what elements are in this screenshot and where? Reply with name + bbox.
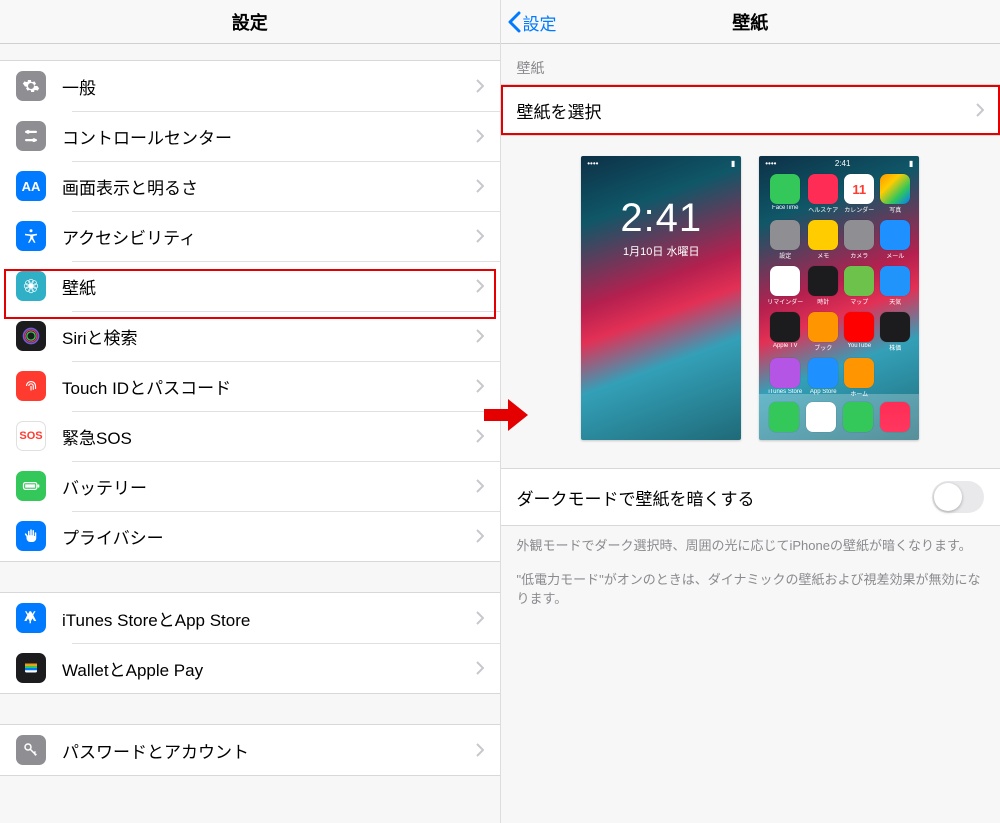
battery-icon (16, 471, 46, 501)
chevron-right-icon (476, 529, 484, 543)
chevron-right-icon (476, 379, 484, 393)
chevron-right-icon (476, 329, 484, 343)
settings-row-sos[interactable]: SOS 緊急SOS (0, 411, 500, 461)
settings-row-privacy[interactable]: プライバシー (0, 511, 500, 561)
wallpaper-header: 設定 壁紙 (501, 0, 1000, 44)
gear-icon (16, 71, 46, 101)
dark-mode-dim-toggle[interactable] (932, 481, 984, 513)
text-size-icon: AA (16, 171, 46, 201)
row-label: 一般 (62, 74, 476, 99)
choose-wallpaper-row[interactable]: 壁紙を選択 (501, 85, 1000, 135)
description-text-2: "低電力モード"がオンのときは、ダイナミックの壁紙および視差効果が無効になります… (501, 560, 1000, 613)
chevron-right-icon (476, 743, 484, 757)
dock-app-icon (843, 402, 873, 432)
settings-title: 設定 (232, 9, 268, 35)
appstore-icon (16, 603, 46, 633)
section-header-wallpaper: 壁紙 (501, 44, 1000, 84)
sos-icon: SOS (16, 421, 46, 451)
statusbar: ••••▮ (587, 159, 735, 168)
settings-row-passwords[interactable]: パスワードとアカウント (0, 725, 500, 775)
lock-time: 2:41 (581, 196, 741, 241)
settings-header: 設定 (0, 0, 500, 44)
settings-row-wallet[interactable]: WalletとApple Pay (0, 643, 500, 693)
chevron-right-icon (476, 611, 484, 625)
sliders-icon (16, 121, 46, 151)
settings-row-siri[interactable]: Siriと検索 (0, 311, 500, 361)
chevron-right-icon (476, 129, 484, 143)
dock-app-icon (806, 402, 836, 432)
arrow-indicator (484, 395, 528, 435)
settings-row-battery[interactable]: バッテリー (0, 461, 500, 511)
settings-group-3: パスワードとアカウント (0, 724, 500, 776)
lock-date: 1月10日 水曜日 (581, 243, 741, 259)
row-label: iTunes StoreとApp Store (62, 606, 476, 631)
settings-group-2: iTunes StoreとApp Store WalletとApple Pay (0, 592, 500, 694)
settings-row-wallpaper[interactable]: 壁紙 (0, 261, 500, 311)
settings-pane: 設定 一般 コントロールセンター AA 画面表示と明るさ アクセシビリティ 壁紙 (0, 0, 501, 823)
settings-row-general[interactable]: 一般 (0, 61, 500, 111)
settings-row-display[interactable]: AA 画面表示と明るさ (0, 161, 500, 211)
lock-screen-clock: 2:41 1月10日 水曜日 (581, 196, 741, 259)
chevron-right-icon (476, 279, 484, 293)
home-app-grid: FaceTime ヘルスケア 11カレンダー 写真 設定 メモ カメラ メール … (767, 174, 911, 398)
chevron-right-icon (476, 479, 484, 493)
row-label: 壁紙を選択 (517, 98, 977, 123)
wallet-icon (16, 653, 46, 683)
chevron-right-icon (476, 179, 484, 193)
back-label: 設定 (523, 10, 557, 35)
lock-screen-preview[interactable]: ••••▮ 2:41 1月10日 水曜日 (581, 156, 741, 440)
settings-group-1: 一般 コントロールセンター AA 画面表示と明るさ アクセシビリティ 壁紙 Si… (0, 60, 500, 562)
back-button[interactable]: 設定 (507, 0, 557, 44)
chevron-right-icon (976, 103, 984, 117)
dock-app-icon (769, 402, 799, 432)
choose-wallpaper-group: 壁紙を選択 (501, 84, 1000, 136)
row-label: 画面表示と明るさ (62, 174, 476, 199)
fingerprint-icon (16, 371, 46, 401)
row-label: アクセシビリティ (62, 224, 476, 249)
wallpaper-previews: ••••▮ 2:41 1月10日 水曜日 ••••2:41▮ FaceTime … (501, 136, 1000, 468)
home-screen-preview[interactable]: ••••2:41▮ FaceTime ヘルスケア 11カレンダー 写真 設定 メ… (759, 156, 919, 440)
row-label: バッテリー (62, 474, 476, 499)
toggle-label: ダークモードで壁紙を暗くする (517, 485, 933, 510)
row-label: プライバシー (62, 524, 476, 549)
description-text-1: 外観モードでダーク選択時、周囲の光に応じてiPhoneの壁紙が暗くなります。 (501, 526, 1000, 560)
dock (759, 394, 919, 440)
flower-icon (16, 271, 46, 301)
settings-row-control-center[interactable]: コントロールセンター (0, 111, 500, 161)
statusbar: ••••2:41▮ (765, 159, 913, 168)
settings-row-itunes[interactable]: iTunes StoreとApp Store (0, 593, 500, 643)
wallpaper-title: 壁紙 (732, 9, 768, 35)
row-label: コントロールセンター (62, 124, 476, 149)
siri-icon (16, 321, 46, 351)
row-label: Siriと検索 (62, 324, 476, 349)
row-label: Touch IDとパスコード (62, 374, 476, 399)
dock-app-icon (880, 402, 910, 432)
row-label: 緊急SOS (62, 424, 476, 449)
row-label: 壁紙 (62, 274, 476, 299)
chevron-right-icon (476, 229, 484, 243)
dark-mode-dim-row: ダークモードで壁紙を暗くする (501, 468, 1000, 526)
chevron-right-icon (476, 79, 484, 93)
key-icon (16, 735, 46, 765)
hand-icon (16, 521, 46, 551)
chevron-right-icon (476, 661, 484, 675)
wallpaper-pane: 設定 壁紙 壁紙 壁紙を選択 ••••▮ 2:41 1月10日 水曜日 ••••… (501, 0, 1000, 823)
settings-row-accessibility[interactable]: アクセシビリティ (0, 211, 500, 261)
row-label: パスワードとアカウント (62, 738, 476, 763)
row-label: WalletとApple Pay (62, 656, 476, 681)
accessibility-icon (16, 221, 46, 251)
chevron-right-icon (476, 429, 484, 443)
settings-row-touchid[interactable]: Touch IDとパスコード (0, 361, 500, 411)
